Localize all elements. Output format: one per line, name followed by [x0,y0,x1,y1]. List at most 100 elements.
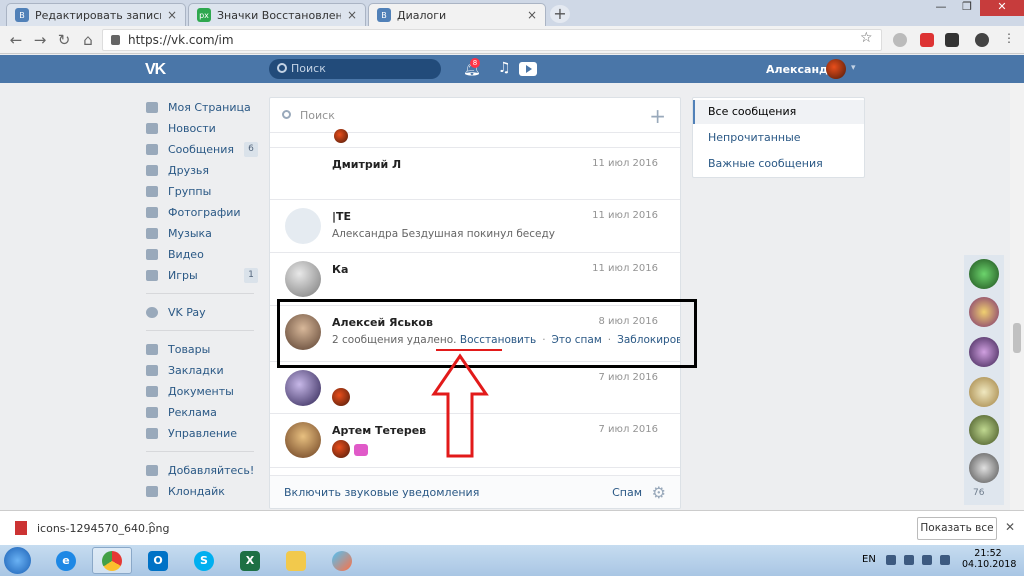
menu-item-games[interactable]: Игры 1 [143,265,258,286]
menu-item-bookmarks[interactable]: Закладки [143,360,258,381]
gear-icon[interactable]: ⚙ [652,483,666,502]
avatar[interactable] [969,453,999,483]
menu-divider [146,323,254,331]
minimize-button[interactable]: — [928,0,954,16]
menu-item-my-page[interactable]: Моя Страница [143,97,258,118]
spam-folder-link[interactable]: Спам [612,486,642,499]
taskbar-outlook[interactable]: O [138,547,178,574]
filter-unread[interactable]: Непрочитанные [693,126,864,150]
page-scrollbar[interactable] [1010,83,1024,510]
scrollbar-thumb[interactable] [1013,323,1021,353]
header-search-input[interactable]: Поиск [269,59,441,79]
taskbar-ie[interactable]: e [46,547,86,574]
star-icon [146,365,158,376]
reload-icon[interactable]: ↻ [54,30,74,50]
filter-all-messages[interactable]: Все сообщения [693,100,864,124]
extension-icon[interactable] [945,33,959,47]
menu-item-friends[interactable]: Друзья [143,160,258,181]
dialog-row[interactable]: |TE 11 июл 2016 Александра Бездушная пок… [270,200,680,253]
close-window-button[interactable]: ✕ [980,0,1024,16]
back-icon[interactable]: ← [6,30,26,50]
avatar [332,388,350,406]
close-icon[interactable]: ✕ [1005,520,1015,534]
tray-icon[interactable] [904,555,914,565]
taskbar-paint[interactable] [322,547,362,574]
camera-icon [146,207,158,218]
avatar[interactable] [826,59,846,79]
taskbar-excel[interactable]: X [230,547,270,574]
maximize-button[interactable]: ❐ [954,0,980,16]
menu-item-manage[interactable]: Управление [143,423,258,444]
tab-dialogs[interactable]: В Диалоги × [368,3,546,26]
games-count-badge: 1 [244,268,258,283]
menu-item-documents[interactable]: Документы [143,381,258,402]
goods-icon [146,344,158,355]
menu-label: VK Pay [168,306,206,319]
filter-important[interactable]: Важные сообщения [693,152,864,176]
news-icon [146,123,158,134]
avatar[interactable] [969,297,999,327]
forward-icon[interactable]: → [30,30,50,50]
show-all-downloads-button[interactable]: Показать все [917,517,997,540]
clock-time: 21:52 [974,548,1002,559]
volume-icon[interactable] [940,555,950,565]
menu-item-ads[interactable]: Реклама [143,402,258,423]
menu-dots-icon[interactable]: ⋮ [1003,32,1017,47]
friends-count: 76 [973,488,985,498]
tray-icon[interactable] [886,555,896,565]
taskbar-chrome[interactable] [92,547,132,574]
chevron-down-icon[interactable]: ▾ [851,63,856,73]
start-button[interactable] [4,547,31,574]
apps-icon [146,465,158,476]
up-arrow-icon [431,353,489,458]
menu-item-goods[interactable]: Товары [143,339,258,360]
bookmark-star-icon[interactable]: ☆ [860,30,873,46]
close-icon[interactable]: × [167,8,177,22]
avatar [334,129,348,143]
menu-label: Друзья [168,164,210,177]
play-icon[interactable] [519,62,537,76]
avatar[interactable] [969,337,999,367]
menu-item-groups[interactable]: Группы [143,181,258,202]
chevron-up-icon[interactable]: ^ [147,520,156,533]
clock[interactable]: 21:52 04.10.2018 [962,548,1017,570]
home-icon[interactable]: ⌂ [78,30,98,50]
extension-icon[interactable] [893,33,907,47]
video-icon [146,249,158,260]
menu-item-news[interactable]: Новости [143,118,258,139]
menu-item-klondike[interactable]: Клондайк [143,481,258,502]
dialog-name: Дмитрий Л [332,158,402,171]
avatar[interactable] [969,259,999,289]
tab-icons[interactable]: px Значки Восстановление Иконк × [188,3,366,26]
avatar[interactable] [969,415,999,445]
dialogs-search-input[interactable]: Поиск + [270,98,680,133]
music-icon[interactable]: ♫ [498,60,511,76]
gamepad-icon [146,428,158,439]
close-icon[interactable]: × [527,8,537,22]
language-indicator[interactable]: EN [862,554,876,565]
menu-label: Документы [168,385,234,398]
address-bar[interactable]: https://vk.com/im [102,29,882,51]
tab-edit-post[interactable]: В Редактировать запись ‹ All Vk m × [6,3,186,26]
adblock-icon[interactable] [920,33,934,47]
vk-logo[interactable]: VK [145,61,166,79]
clock-date: 04.10.2018 [962,559,1017,570]
menu-item-vkpay[interactable]: VK Pay [143,302,258,323]
sound-notifications-link[interactable]: Включить звуковые уведомления [284,486,479,499]
menu-label: Новости [168,122,216,135]
menu-item-music[interactable]: Музыка [143,223,258,244]
taskbar-skype[interactable]: S [184,547,224,574]
menu-item-photos[interactable]: Фотографии [143,202,258,223]
menu-item-join[interactable]: Добавляйтесь! [143,460,258,481]
new-dialog-plus-icon[interactable]: + [649,104,666,128]
taskbar-explorer[interactable] [276,547,316,574]
dialog-row[interactable]: Дмитрий Л 11 июл 2016 [270,148,680,200]
new-tab-button[interactable]: + [550,5,570,23]
avatar[interactable] [969,377,999,407]
dialog-row-partial[interactable] [270,129,680,148]
close-icon[interactable]: × [347,8,357,22]
profile-icon[interactable] [975,33,989,47]
menu-item-video[interactable]: Видео [143,244,258,265]
menu-item-messages[interactable]: Сообщения 6 [143,139,258,160]
network-icon[interactable] [922,555,932,565]
